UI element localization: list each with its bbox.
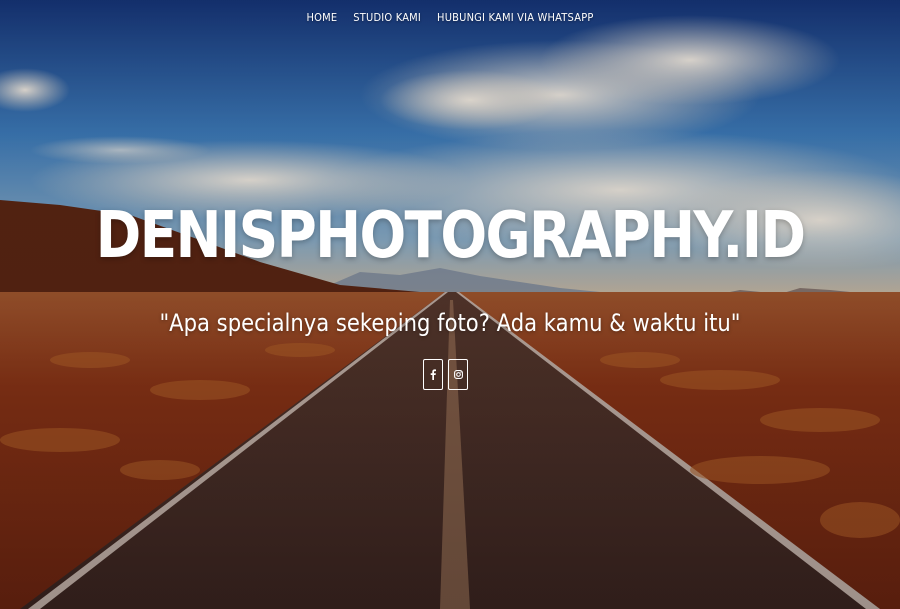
instagram-button[interactable] [448,359,468,390]
social-links [423,359,468,390]
site-title: DENISPHOTOGRAPHY.ID [95,199,806,273]
facebook-button[interactable] [423,359,443,390]
nav-home-link[interactable]: HOME [306,11,337,24]
top-navigation: HOME STUDIO KAMI HUBUNGI KAMI VIA WHATSA… [0,11,900,24]
nav-whatsapp-link[interactable]: HUBUNGI KAMI VIA WHATSAPP [437,11,594,24]
hero-background-image [0,0,900,609]
facebook-icon [430,369,436,380]
instagram-icon [453,370,463,379]
nav-studio-kami-link[interactable]: STUDIO KAMI [353,11,421,24]
hero-section: HOME STUDIO KAMI HUBUNGI KAMI VIA WHATSA… [0,0,900,609]
site-tagline: "Apa specialnya sekeping foto? Ada kamu … [159,309,741,337]
